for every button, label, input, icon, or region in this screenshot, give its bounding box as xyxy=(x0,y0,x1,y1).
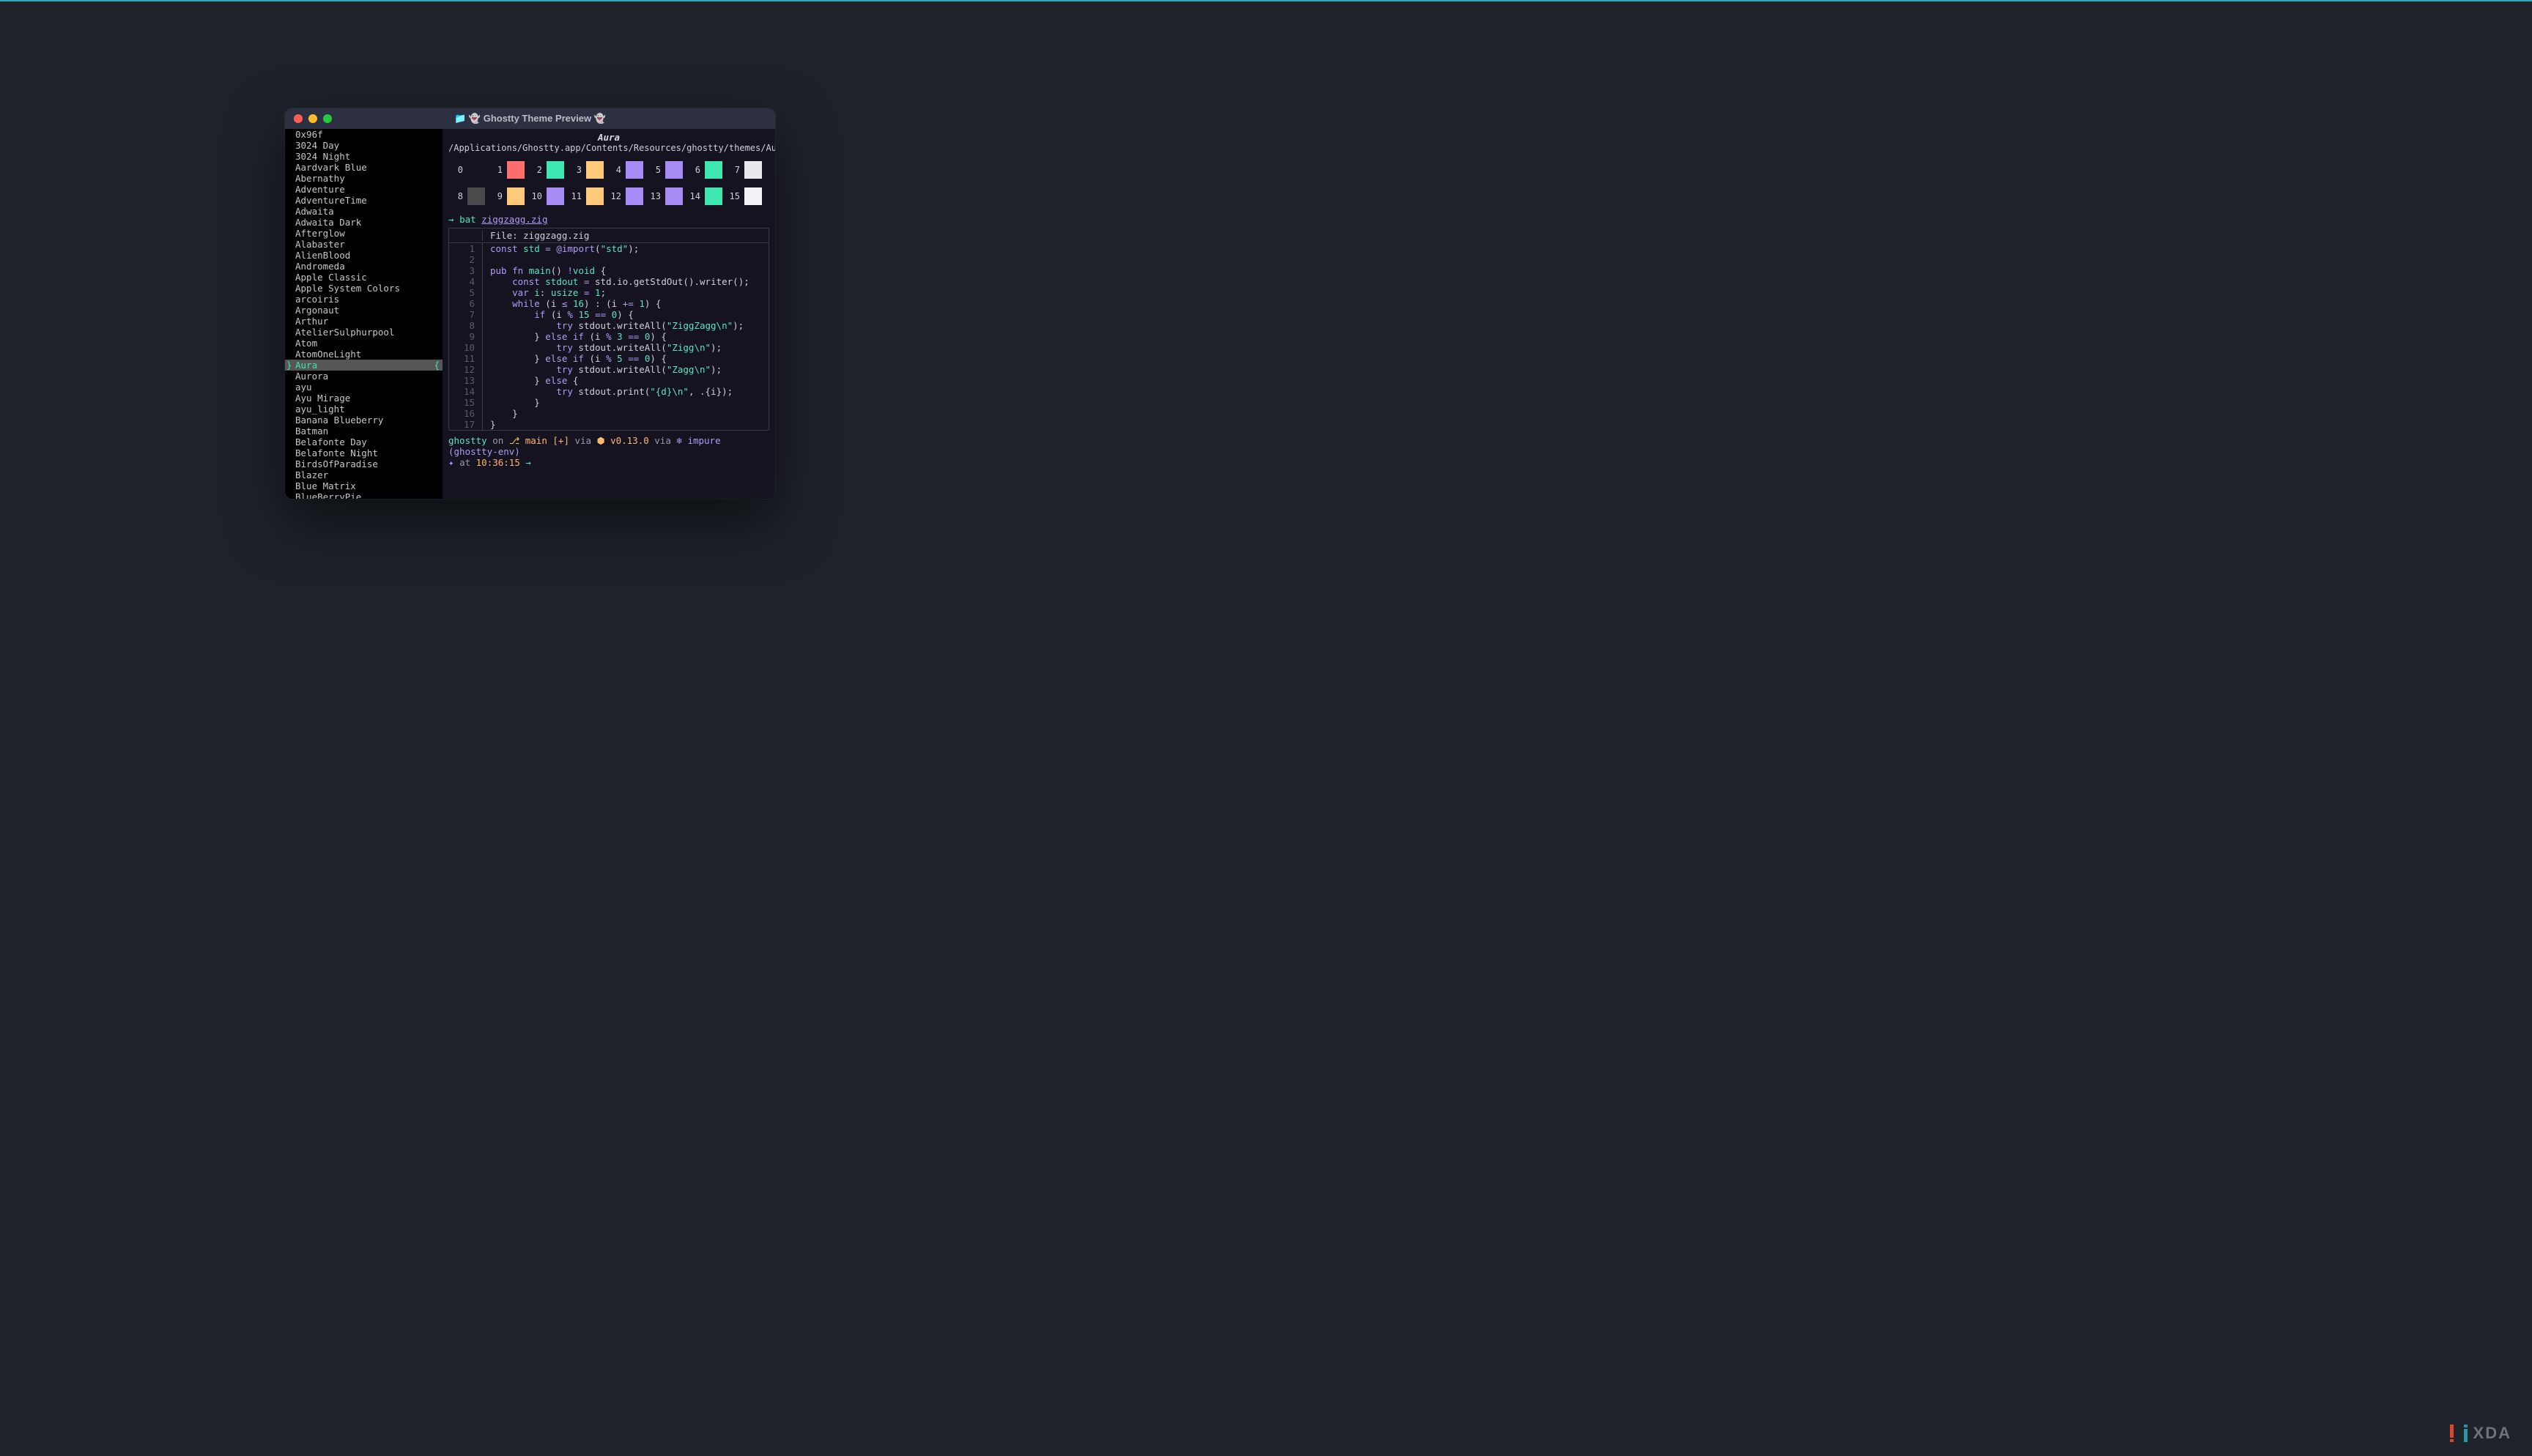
theme-item[interactable]: 0x96f xyxy=(285,129,443,140)
theme-item[interactable]: Batman xyxy=(285,426,443,437)
window-title: 📁 👻 Ghostty Theme Preview 👻 xyxy=(285,113,775,125)
theme-item[interactable]: AlienBlood xyxy=(285,250,443,261)
folder-icon: 📁 xyxy=(454,113,466,124)
code-line: 12 try stdout.writeAll("Zagg\n"); xyxy=(449,364,769,375)
app-window: 📁 👻 Ghostty Theme Preview 👻 0x96f3024 Da… xyxy=(285,108,775,499)
theme-item[interactable]: Apple Classic xyxy=(285,272,443,283)
color-swatch: 4 xyxy=(610,161,649,179)
theme-item[interactable]: Arthur xyxy=(285,316,443,327)
theme-item[interactable]: ayu_light xyxy=(285,404,443,415)
command-arg: ziggzagg.zig xyxy=(481,214,547,225)
theme-item[interactable]: Andromeda xyxy=(285,261,443,272)
file-header: File: ziggzagg.zig xyxy=(483,230,589,241)
theme-item[interactable]: Alabaster xyxy=(285,239,443,250)
color-swatch: 12 xyxy=(610,187,649,205)
hex-icon: ⬢ xyxy=(597,435,605,446)
code-line: 6 while (i ≤ 16) : (i += 1) { xyxy=(449,298,769,309)
code-line: 16 } xyxy=(449,408,769,419)
theme-item[interactable]: Banana Blueberry xyxy=(285,415,443,426)
theme-item[interactable]: BirdsOfParadise xyxy=(285,458,443,469)
shell-status-line: ghostty on ⎇ main [+] via ⬢ v0.13.0 via … xyxy=(448,435,769,468)
color-swatch: 14 xyxy=(689,187,728,205)
theme-preview-pane: Aura /Applications/Ghostty.app/Contents/… xyxy=(443,129,775,499)
theme-item[interactable]: Blue Matrix xyxy=(285,480,443,491)
titlebar[interactable]: 📁 👻 Ghostty Theme Preview 👻 xyxy=(285,108,775,129)
theme-item[interactable]: AtomOneLight xyxy=(285,349,443,360)
color-swatch: 15 xyxy=(728,187,768,205)
theme-item[interactable]: Abernathy xyxy=(285,173,443,184)
code-line: 5 var i: usize = 1; xyxy=(449,287,769,298)
color-swatch: 2 xyxy=(530,161,570,179)
star-icon: ✦ xyxy=(448,457,454,468)
theme-item[interactable]: Aura xyxy=(285,360,443,371)
theme-item[interactable]: Belafonte Day xyxy=(285,437,443,447)
color-swatch: 3 xyxy=(570,161,610,179)
color-swatch: 10 xyxy=(530,187,570,205)
code-line: 15 } xyxy=(449,397,769,408)
code-preview: . File: ziggzagg.zig 1const std = @impor… xyxy=(448,228,769,431)
branch-icon: ⎇ xyxy=(509,435,519,446)
prompt-arrow-icon: → xyxy=(448,214,454,225)
theme-item[interactable]: Ayu Mirage xyxy=(285,393,443,404)
theme-item[interactable]: Belafonte Night xyxy=(285,447,443,458)
code-line: 9 } else if (i % 3 == 0) { xyxy=(449,331,769,342)
theme-name: Aura xyxy=(448,132,769,143)
theme-item[interactable]: BlueBerryPie xyxy=(285,491,443,499)
theme-item[interactable]: Atom xyxy=(285,338,443,349)
snowflake-icon: ❄ xyxy=(676,435,682,446)
code-line: 2 xyxy=(449,254,769,265)
theme-path: /Applications/Ghostty.app/Contents/Resou… xyxy=(448,143,769,154)
color-swatch: 11 xyxy=(570,187,610,205)
theme-item[interactable]: 3024 Night xyxy=(285,151,443,162)
theme-item[interactable]: arcoiris xyxy=(285,294,443,305)
theme-item[interactable]: Blazer xyxy=(285,469,443,480)
color-swatch: 0 xyxy=(451,161,491,179)
code-line: 14 try stdout.print("{d}\n", .{i}); xyxy=(449,386,769,397)
theme-item[interactable]: Apple System Colors xyxy=(285,283,443,294)
window-body: 0x96f3024 Day3024 NightAardvark BlueAber… xyxy=(285,129,775,499)
color-swatch: 13 xyxy=(649,187,689,205)
theme-item[interactable]: Aurora xyxy=(285,371,443,382)
theme-item[interactable]: ayu xyxy=(285,382,443,393)
color-swatch: 7 xyxy=(728,161,768,179)
theme-item[interactable]: Adventure xyxy=(285,184,443,195)
theme-item[interactable]: Aardvark Blue xyxy=(285,162,443,173)
code-line: 17} xyxy=(449,419,769,430)
theme-item[interactable]: Argonaut xyxy=(285,305,443,316)
xda-watermark: XDA xyxy=(2450,1424,2511,1443)
theme-item[interactable]: AdventureTime xyxy=(285,195,443,206)
code-line: 13 } else { xyxy=(449,375,769,386)
command-name: bat xyxy=(459,214,476,225)
theme-item[interactable]: Adwaita Dark xyxy=(285,217,443,228)
command-line: → bat ziggzagg.zig xyxy=(448,214,769,225)
color-palette: 0123456789101112131415 xyxy=(448,161,769,205)
theme-item[interactable]: Adwaita xyxy=(285,206,443,217)
code-line: 11 } else if (i % 5 == 0) { xyxy=(449,353,769,364)
code-line: 1const std = @import("std"); xyxy=(449,243,769,254)
code-line: 8 try stdout.writeAll("ZiggZagg\n"); xyxy=(449,320,769,331)
color-swatch: 1 xyxy=(491,161,530,179)
theme-item[interactable]: Afterglow xyxy=(285,228,443,239)
xda-logo-icon xyxy=(2450,1425,2468,1442)
theme-list[interactable]: 0x96f3024 Day3024 NightAardvark BlueAber… xyxy=(285,129,443,499)
code-line: 4 const stdout = std.io.getStdOut().writ… xyxy=(449,276,769,287)
code-line: 3pub fn main() !void { xyxy=(449,265,769,276)
code-line: 10 try stdout.writeAll("Zigg\n"); xyxy=(449,342,769,353)
theme-item[interactable]: AtelierSulphurpool xyxy=(285,327,443,338)
prompt-arrow-icon: → xyxy=(525,457,531,468)
theme-item[interactable]: 3024 Day xyxy=(285,140,443,151)
color-swatch: 6 xyxy=(689,161,728,179)
color-swatch: 9 xyxy=(491,187,530,205)
color-swatch: 8 xyxy=(451,187,491,205)
color-swatch: 5 xyxy=(649,161,689,179)
code-line: 7 if (i % 15 == 0) { xyxy=(449,309,769,320)
